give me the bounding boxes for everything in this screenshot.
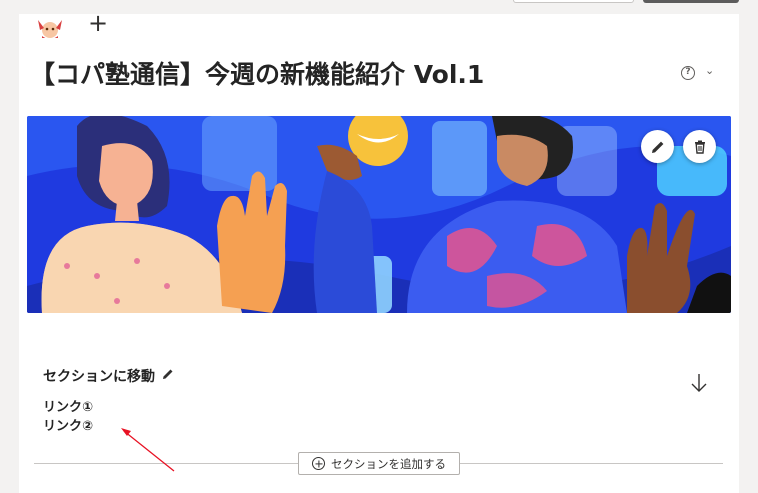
add-section-button[interactable]: セクションを追加する [298, 452, 460, 475]
edit-icon [651, 141, 663, 153]
arrow-down-icon[interactable] [689, 372, 709, 394]
page-title: 【コパ塾通信】今週の新機能紹介 Vol.1 [30, 60, 485, 89]
trash-icon [694, 140, 705, 154]
top-bar-button[interactable] [513, 0, 634, 3]
section-link[interactable]: リンク② [43, 415, 93, 434]
section-link[interactable]: リンク① [43, 396, 93, 415]
avatar [30, 14, 70, 38]
help-icon[interactable]: ? [681, 66, 695, 80]
top-bar-primary-button[interactable] [643, 0, 739, 3]
add-section-label: セクションを追加する [331, 456, 446, 471]
delete-image-button[interactable] [683, 130, 716, 163]
edit-image-button[interactable] [641, 130, 674, 163]
add-circle-icon [312, 457, 325, 470]
banner-image [27, 116, 731, 313]
pencil-icon[interactable] [160, 366, 176, 382]
section-heading: セクションに移動 [43, 369, 155, 385]
chevron-down-icon[interactable]: ⌄ [705, 64, 714, 77]
add-button[interactable]: + [88, 10, 108, 36]
